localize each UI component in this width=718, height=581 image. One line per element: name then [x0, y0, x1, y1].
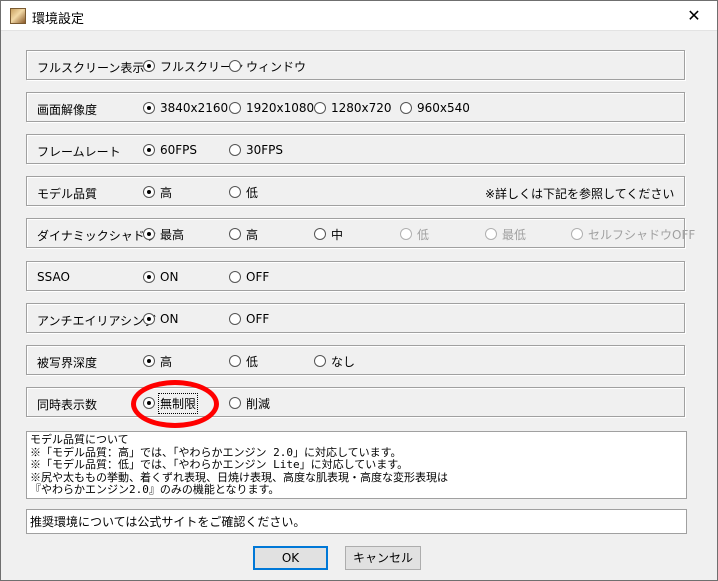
radio-unchecked-icon[interactable] [400, 102, 412, 114]
radio-antialiasing-on[interactable]: ON [143, 310, 178, 328]
radio-unchecked-icon[interactable] [229, 144, 241, 156]
window-title: 環境設定 [32, 12, 85, 27]
radio-disabled-icon [400, 228, 412, 240]
radio-dof-high[interactable]: 高 [143, 352, 172, 370]
radio-checked-icon[interactable] [143, 271, 155, 283]
radio-framerate-30[interactable]: 30FPS [229, 141, 283, 159]
radio-checked-icon[interactable] [143, 355, 155, 367]
radio-display-reduce[interactable]: 削減 [229, 394, 270, 412]
radio-checked-icon[interactable] [143, 313, 155, 325]
radio-dof-none[interactable]: なし [314, 352, 355, 370]
radio-ssao-off[interactable]: OFF [229, 268, 269, 286]
radio-unchecked-icon[interactable] [314, 355, 326, 367]
radio-unchecked-icon[interactable] [229, 60, 241, 72]
row-dynamic-shadow: ダイナミックシャドウ 最高 高 中 低 最低 セルフシャドウOFF [26, 218, 695, 248]
row-framerate: フレームレート 60FPS 30FPS [26, 134, 685, 164]
radio-resolution-1280[interactable]: 1280x720 [314, 99, 392, 117]
radio-checked-icon[interactable] [143, 102, 155, 114]
row-model-quality: モデル品質 高 低 ※詳しくは下記を参照してください [26, 176, 685, 206]
row-label-dynamic-shadow: ダイナミックシャドウ [37, 229, 157, 243]
radio-shadow-high[interactable]: 高 [229, 225, 258, 243]
row-label-depth-of-field: 被写界深度 [37, 356, 98, 370]
row-label-ssao: SSAO [37, 270, 70, 284]
radio-checked-icon[interactable] [143, 228, 155, 240]
radio-unchecked-icon[interactable] [314, 102, 326, 114]
row-resolution: 画面解像度 3840x2160 1920x1080 1280x720 960x5… [26, 92, 685, 122]
close-icon[interactable]: ✕ [671, 1, 717, 31]
radio-unchecked-icon[interactable] [229, 228, 241, 240]
radio-unchecked-icon[interactable] [229, 313, 241, 325]
status-textbox: 推奨環境については公式サイトをご確認ください。 [26, 509, 687, 534]
cancel-button[interactable]: キャンセル [345, 546, 421, 570]
radio-shadow-lowest: 最低 [485, 225, 526, 243]
info-textbox[interactable]: モデル品質について ※「モデル品質：高」では、「やわらかエンジン 2.0」に対応… [26, 431, 687, 499]
info-line: モデル品質について [30, 433, 129, 446]
row-label-framerate: フレームレート [37, 145, 121, 159]
radio-resolution-3840[interactable]: 3840x2160 [143, 99, 228, 117]
radio-disabled-icon [571, 228, 583, 240]
radio-unchecked-icon[interactable] [229, 397, 241, 409]
radio-framerate-60[interactable]: 60FPS [143, 141, 197, 159]
radio-antialiasing-off[interactable]: OFF [229, 310, 269, 328]
radio-dof-low[interactable]: 低 [229, 352, 258, 370]
row-label-simultaneous-display: 同時表示数 [37, 398, 98, 412]
row-depth-of-field: 被写界深度 高 低 なし [26, 345, 685, 375]
row-ssao: SSAO ON OFF [26, 261, 685, 291]
radio-resolution-1920[interactable]: 1920x1080 [229, 99, 314, 117]
radio-checked-icon[interactable] [143, 60, 155, 72]
row-label-resolution: 画面解像度 [37, 103, 98, 117]
title-bar: 環境設定 ✕ [1, 1, 717, 31]
radio-model-quality-low[interactable]: 低 [229, 183, 258, 201]
radio-model-quality-high[interactable]: 高 [143, 183, 172, 201]
row-fullscreen: フルスクリーン表示 フルスクリーン ウィンドウ [26, 50, 685, 80]
radio-shadow-highest[interactable]: 最高 [143, 225, 184, 243]
highlight-circle [131, 380, 219, 428]
radio-unchecked-icon[interactable] [229, 271, 241, 283]
model-quality-note: ※詳しくは下記を参照してください [485, 187, 675, 201]
radio-unchecked-icon[interactable] [229, 102, 241, 114]
radio-checked-icon[interactable] [143, 144, 155, 156]
row-label-fullscreen: フルスクリーン表示 [37, 61, 145, 75]
row-label-antialiasing: アンチエイリアシング [37, 314, 157, 328]
app-icon [10, 8, 26, 24]
radio-unchecked-icon[interactable] [229, 355, 241, 367]
row-simultaneous-display: 同時表示数 無制限 削減 [26, 387, 685, 417]
radio-disabled-icon [485, 228, 497, 240]
radio-shadow-medium[interactable]: 中 [314, 225, 343, 243]
radio-resolution-960[interactable]: 960x540 [400, 99, 470, 117]
radio-checked-icon[interactable] [143, 186, 155, 198]
radio-fullscreen-window[interactable]: ウィンドウ [229, 57, 306, 75]
row-antialiasing: アンチエイリアシング ON OFF [26, 303, 685, 333]
radio-unchecked-icon[interactable] [314, 228, 326, 240]
radio-ssao-on[interactable]: ON [143, 268, 178, 286]
radio-unchecked-icon[interactable] [229, 186, 241, 198]
ok-button[interactable]: OK [253, 546, 328, 570]
row-label-model-quality: モデル品質 [37, 187, 98, 201]
radio-shadow-self-off: セルフシャドウOFF [571, 225, 695, 243]
info-line: ※「モデル品質：低」では、「やわらかエンジン Lite」に対応しています。 [30, 458, 409, 471]
settings-window: 環境設定 ✕ フルスクリーン表示 フルスクリーン ウィンドウ 画面解像度 384… [0, 0, 718, 581]
radio-shadow-low: 低 [400, 225, 429, 243]
info-line: 『やわらかエンジン2.0』のみの機能となります。 [30, 483, 280, 496]
